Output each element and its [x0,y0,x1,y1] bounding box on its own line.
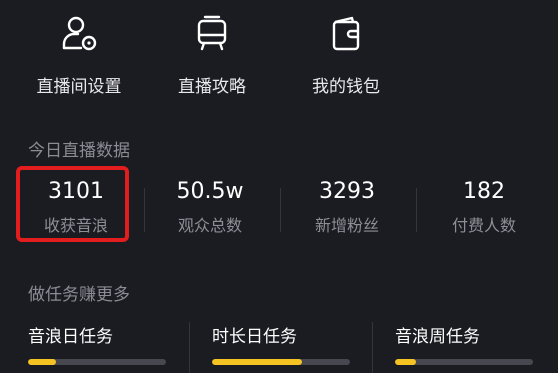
stat-new-fans[interactable]: 3293 新增粉丝 [287,178,407,236]
task-label: 音浪周任务 [395,327,480,347]
divider [189,322,190,373]
task-progress-bar [212,359,350,365]
stat-value: 50.5w [176,179,244,204]
tv-guide-icon [197,15,227,51]
task-sound-wave-weekly[interactable]: 音浪周任务 [395,322,533,365]
person-settings-icon [62,16,97,51]
task-label: 时长日任务 [212,327,297,347]
task-progress-bar [28,359,166,365]
divider [372,322,373,373]
task-row: 音浪日任务 时长日任务 音浪周任务 [0,322,558,373]
my-wallet-button[interactable]: 我的钱包 [286,14,406,97]
live-room-settings-button[interactable]: 直播间设置 [19,14,139,97]
wallet-icon [332,16,360,51]
shortcut-row: 直播间设置 直播攻略 我的钱包 [0,0,558,110]
shortcut-label: 直播间设置 [36,77,122,97]
stat-caption: 观众总数 [177,216,242,235]
task-progress-fill [395,359,416,365]
tasks-title: 做任务赚更多 [28,285,130,305]
divider [416,188,417,232]
task-duration-daily[interactable]: 时长日任务 [212,322,350,365]
stat-value: 3293 [319,179,375,204]
task-progress-bar [395,359,533,365]
stat-total-viewers[interactable]: 50.5w 观众总数 [150,178,270,236]
task-sound-wave-daily[interactable]: 音浪日任务 [28,322,166,365]
stat-paying-users[interactable]: 182 付费人数 [424,178,544,236]
today-stats-title: 今日直播数据 [28,141,130,161]
divider [280,188,281,232]
stat-caption: 新增粉丝 [314,216,379,235]
task-label: 音浪日任务 [28,327,113,347]
stat-caption: 付费人数 [451,216,516,235]
highlight-annotation-box [16,166,129,242]
task-progress-fill [28,359,56,365]
stat-value: 182 [463,179,505,204]
shortcut-label: 我的钱包 [312,77,380,97]
shortcut-label: 直播攻略 [178,77,246,97]
task-progress-fill [212,359,302,365]
divider [144,188,145,232]
live-guide-button[interactable]: 直播攻略 [152,14,272,97]
